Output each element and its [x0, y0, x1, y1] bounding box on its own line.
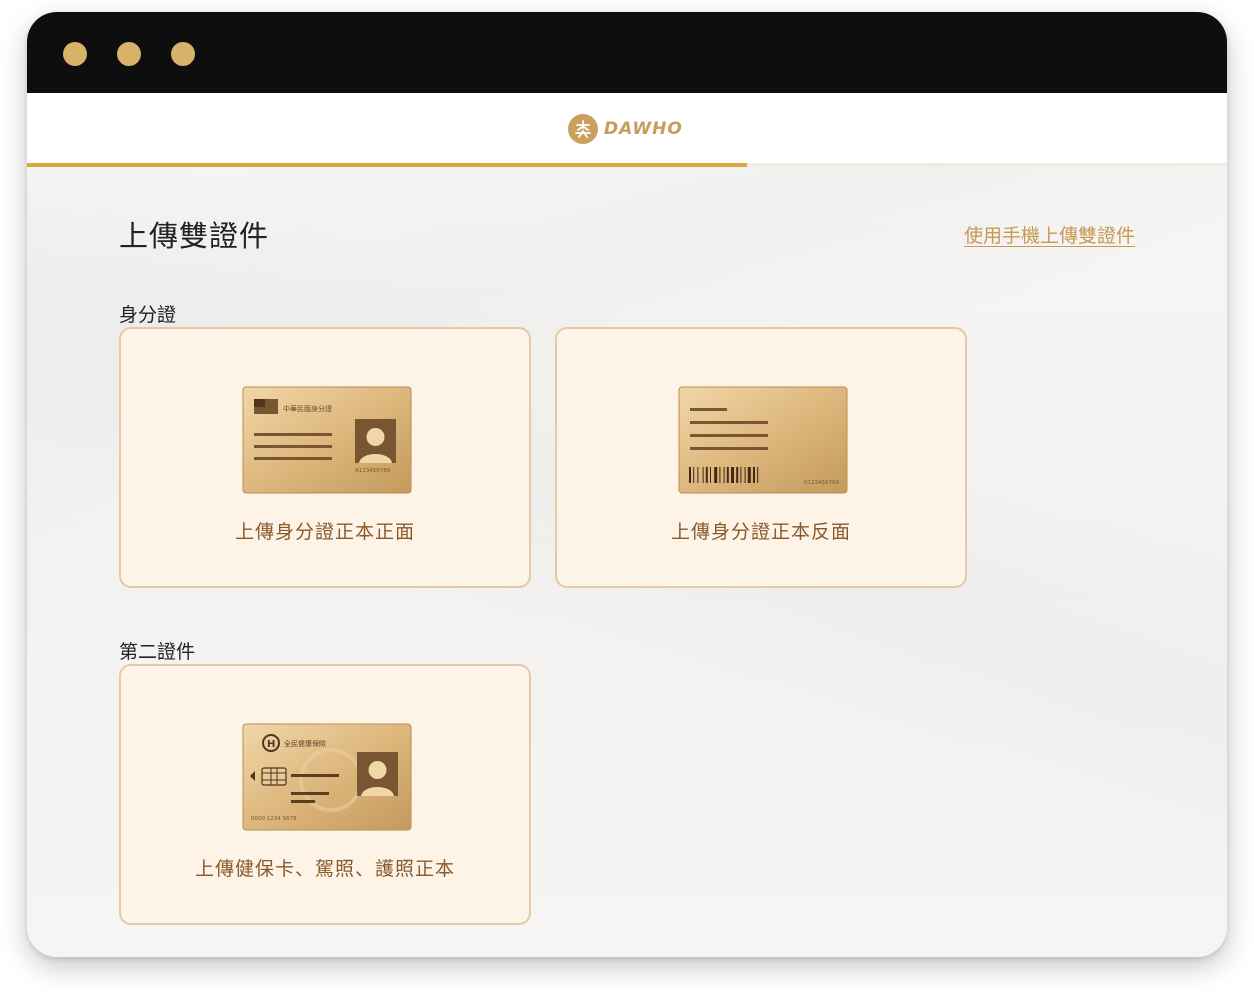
- window-titlebar: [27, 12, 1227, 93]
- id-card-back-icon: 0123456789: [678, 386, 848, 494]
- svg-text:A123456789: A123456789: [355, 468, 391, 474]
- upload-id-front-label: 上傳身分證正本正面: [234, 521, 415, 543]
- logo-text: DAWHO: [604, 119, 683, 139]
- health-insurance-card-icon: H 全民健康保險 0000 1234 5678: [242, 723, 412, 831]
- svg-text:0123456789: 0123456789: [804, 480, 839, 486]
- main-content: 上傳雙證件 使用手機上傳雙證件 身分證 中華民國身分證 A123456789 上…: [27, 167, 1227, 957]
- svg-text:H: H: [267, 739, 275, 750]
- app-header: DAWHO: [27, 93, 1227, 164]
- browser-window: DAWHO 上傳雙證件 使用手機上傳雙證件 身分證 中華民國身分證 A12345…: [27, 12, 1227, 957]
- page-title: 上傳雙證件: [119, 219, 270, 253]
- maximize-window-dot-icon[interactable]: [171, 42, 195, 66]
- svg-text:0000 1234 5678: 0000 1234 5678: [251, 816, 297, 822]
- svg-text:全民健康保險: 全民健康保險: [284, 739, 326, 748]
- upload-id-back-card[interactable]: 0123456789 上傳身分證正本反面: [555, 327, 967, 588]
- upload-second-document-card[interactable]: H 全民健康保險 0000 1234 5678 上傳健保卡、駕照、護照正本: [119, 664, 531, 925]
- upload-with-mobile-link[interactable]: 使用手機上傳雙證件: [964, 221, 1135, 248]
- upload-id-back-label: 上傳身分證正本反面: [670, 521, 851, 543]
- section-title-id-card: 身分證: [119, 304, 177, 326]
- close-window-dot-icon[interactable]: [63, 42, 87, 66]
- dawho-logo-icon: [568, 114, 598, 144]
- id-card-front-icon: 中華民國身分證 A123456789: [242, 386, 412, 494]
- svg-text:中華民國身分證: 中華民國身分證: [283, 404, 332, 413]
- dawho-logo[interactable]: DAWHO: [568, 113, 683, 145]
- minimize-window-dot-icon[interactable]: [117, 42, 141, 66]
- upload-second-document-label: 上傳健保卡、駕照、護照正本: [194, 858, 455, 880]
- section-title-second-document: 第二證件: [119, 641, 196, 663]
- upload-id-front-card[interactable]: 中華民國身分證 A123456789 上傳身分證正本正面: [119, 327, 531, 588]
